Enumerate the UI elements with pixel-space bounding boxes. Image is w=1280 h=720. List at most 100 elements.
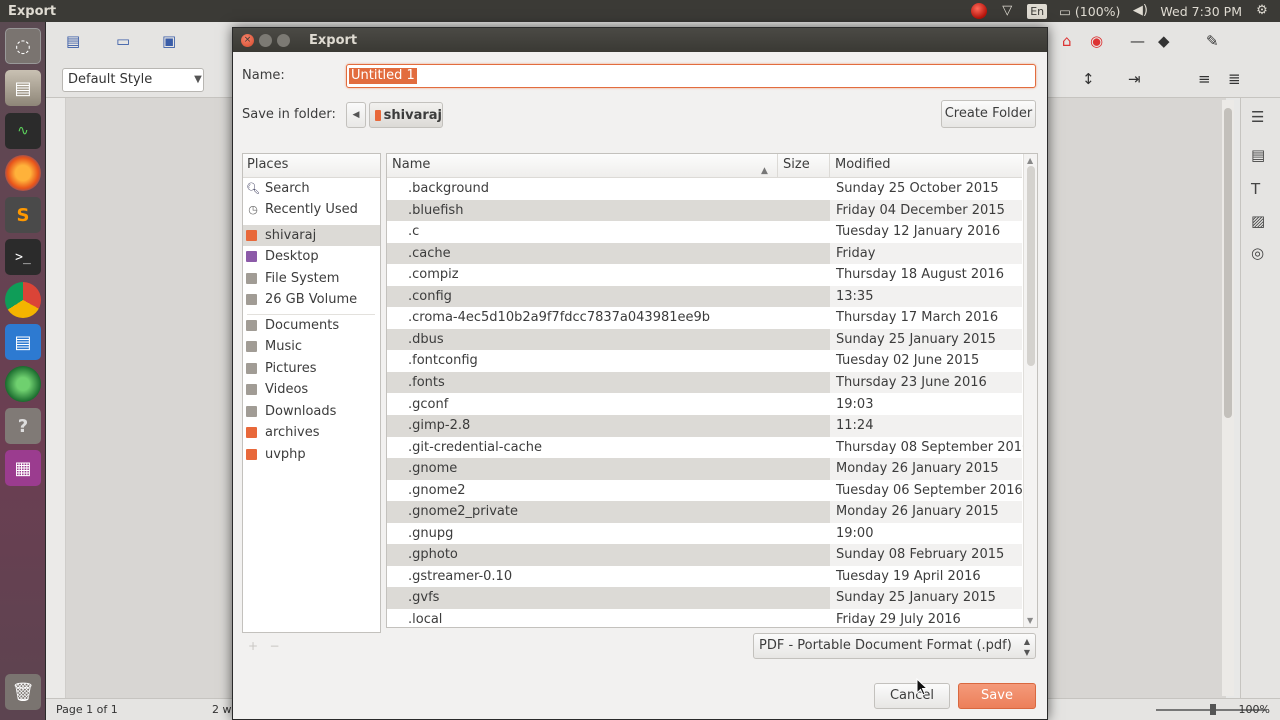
styles-icon[interactable]: ▤	[1251, 146, 1265, 164]
close-icon[interactable]: ×	[241, 33, 254, 47]
file-row[interactable]: .gnupg 19:00	[387, 523, 1022, 545]
draw-icon[interactable]: ✎	[1206, 32, 1219, 50]
file-row[interactable]: .gnome2 Tuesday 06 September 2016	[387, 480, 1023, 502]
file-modified: 19:00	[836, 525, 874, 541]
place-music[interactable]: Music	[243, 336, 380, 357]
network-icon[interactable]: ▽	[999, 3, 1015, 19]
column-name[interactable]: Name ▲	[387, 154, 778, 178]
place-downloads[interactable]: Downloads	[243, 401, 380, 422]
file-row[interactable]: .cache Friday	[387, 242, 1022, 265]
column-size[interactable]: Size	[778, 154, 830, 178]
file-row[interactable]: .gstreamer-0.10 Tuesday 19 April 2016	[387, 566, 1022, 588]
text-icon[interactable]: T	[1251, 180, 1260, 198]
gear-icon[interactable]: ⚙	[1254, 3, 1270, 19]
terminal-icon[interactable]: >_	[5, 239, 41, 275]
align-icon[interactable]: ≡	[1198, 70, 1211, 88]
file-row[interactable]: .c Tuesday 12 January 2016	[387, 221, 1022, 243]
navigator-icon[interactable]: ◎	[1251, 244, 1264, 262]
path-folder-button[interactable]: shivaraj	[369, 102, 443, 128]
file-row[interactable]: .gnome Monday 26 January 2015	[387, 458, 1022, 480]
place-documents[interactable]: Documents	[243, 315, 380, 336]
file-row[interactable]: .fonts Thursday 23 June 2016	[387, 371, 1022, 394]
path-back-button[interactable]: ◀	[346, 102, 366, 128]
place-videos[interactable]: Videos	[243, 379, 380, 400]
place-desktop[interactable]: Desktop	[243, 246, 380, 267]
line-icon[interactable]: —	[1130, 32, 1145, 50]
workspace-switcher-icon[interactable]: ▦	[5, 450, 41, 486]
file-row[interactable]: .gvfs Sunday 25 January 2015	[387, 587, 1022, 609]
web-browser-icon[interactable]	[5, 366, 41, 402]
name-field[interactable]: Untitled 1	[346, 64, 1036, 88]
file-row[interactable]: .gconf 19:03	[387, 394, 1022, 416]
file-row[interactable]: .background Sunday 25 October 2015	[387, 178, 1022, 200]
open-icon[interactable]: ▭	[116, 32, 130, 50]
system-monitor-icon[interactable]: ∿	[5, 113, 41, 149]
place-search[interactable]: 🔍︎ Search	[243, 178, 380, 199]
help-icon[interactable]: ?	[5, 408, 41, 444]
place-pictures[interactable]: Pictures	[243, 358, 380, 379]
file-name: .fontconfig	[408, 353, 478, 369]
file-row[interactable]: .compiz Thursday 18 August 2016	[387, 264, 1022, 286]
file-row[interactable]: .gnome2_private Monday 26 January 2015	[387, 501, 1022, 523]
file-modified: Tuesday 02 June 2015	[836, 353, 980, 369]
save-button[interactable]: Save	[958, 683, 1036, 709]
file-row[interactable]: .gimp-2.8 11:24	[387, 415, 1022, 437]
battery-indicator[interactable]: ▭ (100%)	[1059, 4, 1120, 19]
paragraph-style-combo[interactable]: Default Style	[62, 68, 204, 92]
new-document-icon[interactable]: ▤	[66, 32, 80, 50]
place-volume[interactable]: 26 GB Volume	[243, 289, 380, 310]
file-list-scrollbar[interactable]: ▲ ▼	[1023, 154, 1037, 627]
dash-icon[interactable]: ◌	[5, 28, 41, 64]
dialog-titlebar[interactable]: × Export	[233, 28, 1047, 52]
file-row[interactable]: .bluefish Friday 04 December 2015	[387, 199, 1022, 222]
places-add-remove[interactable]: + −	[248, 639, 280, 653]
place-archives[interactable]: archives	[243, 422, 380, 443]
place-label: uvphp	[265, 447, 306, 462]
file-row[interactable]: .fontconfig Tuesday 02 June 2015	[387, 350, 1022, 372]
scrollbar-thumb[interactable]	[1224, 108, 1232, 418]
file-row[interactable]: .dbus Sunday 25 January 2015	[387, 328, 1022, 351]
cancel-button[interactable]: Cancel	[874, 683, 950, 709]
record-icon[interactable]: ◉	[1090, 32, 1103, 50]
zoom-level[interactable]: 100%	[1239, 703, 1270, 716]
justify-icon[interactable]: ≣	[1228, 70, 1241, 88]
keyboard-indicator[interactable]: En	[1027, 3, 1048, 19]
gallery-icon[interactable]: ▨	[1251, 212, 1265, 230]
file-row[interactable]: .git-credential-cache Thursday 08 Septemb…	[387, 437, 1030, 459]
properties-icon[interactable]: ☰	[1251, 108, 1264, 126]
files-icon[interactable]: ▤	[5, 70, 41, 106]
track-changes-icon[interactable]: ⌂	[1062, 32, 1072, 50]
clock[interactable]: Wed 7:30 PM	[1160, 4, 1242, 19]
path-folder-label: shivaraj	[383, 107, 442, 123]
volume-icon[interactable]: ◀)	[1132, 3, 1148, 19]
create-folder-button[interactable]: Create Folder	[941, 100, 1036, 128]
maximize-icon[interactable]	[277, 33, 290, 47]
update-indicator-icon[interactable]	[971, 3, 988, 19]
indent-icon[interactable]: ⇥	[1128, 70, 1141, 88]
column-modified[interactable]: Modified	[830, 154, 1022, 178]
trash-icon[interactable]: 🗑	[5, 674, 41, 710]
place-recently-used[interactable]: ◷ Recently Used	[243, 199, 380, 220]
document-scrollbar[interactable]	[1222, 100, 1234, 696]
place-uvphp[interactable]: uvphp	[243, 444, 380, 465]
writer-icon[interactable]: ▤	[5, 324, 41, 360]
scroll-down-icon[interactable]: ▼	[1027, 616, 1033, 625]
chevron-down-icon[interactable]: ▼	[189, 68, 207, 92]
shapes-icon[interactable]: ◆	[1158, 32, 1170, 50]
chrome-icon[interactable]	[5, 282, 41, 318]
firefox-icon[interactable]	[5, 155, 41, 191]
place-home[interactable]: shivaraj	[243, 225, 380, 246]
file-type-select[interactable]: PDF - Portable Document Format (.pdf) ▲ ▼	[753, 633, 1036, 659]
line-spacing-icon[interactable]: ↕	[1082, 70, 1095, 88]
scrollbar-thumb[interactable]	[1027, 166, 1035, 366]
file-row[interactable]: .config 13:35	[387, 285, 1022, 308]
minimize-icon[interactable]	[259, 33, 272, 47]
file-row[interactable]: .local Friday 29 July 2016	[387, 609, 1022, 627]
place-file-system[interactable]: File System	[243, 268, 380, 289]
file-row[interactable]: .gphoto Sunday 08 February 2015	[387, 544, 1022, 566]
scroll-up-icon[interactable]: ▲	[1027, 156, 1033, 165]
zoom-slider-thumb[interactable]	[1210, 704, 1216, 715]
save-icon[interactable]: ▣	[162, 32, 176, 50]
sublime-text-icon[interactable]: S	[5, 197, 41, 233]
file-row[interactable]: .croma-4ec5d10b2a9f7fdcc7837a043981ee9b T…	[387, 307, 1022, 329]
